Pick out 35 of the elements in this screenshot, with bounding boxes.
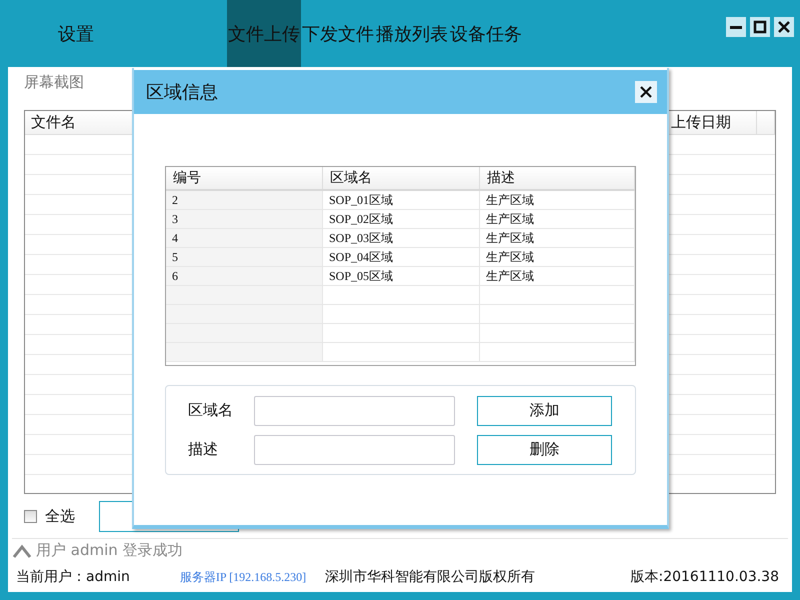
dialog-title: 区域信息 [146, 81, 218, 104]
maximize-icon [753, 20, 767, 34]
current-user: 当前用户：admin [16, 568, 130, 586]
caret-icon[interactable] [12, 544, 32, 558]
action-button[interactable]: 添加 [477, 396, 612, 426]
minimize-button[interactable] [726, 17, 746, 37]
menu-tab[interactable]: 播放列表 [375, 0, 449, 67]
action-button[interactable]: 删除 [477, 434, 612, 464]
checkbox-label: 全选 [45, 506, 75, 526]
menu-tab[interactable]: 设备任务 [449, 0, 523, 67]
version-text: 版本:20161110.03.38 [630, 568, 779, 586]
status-message: 用户 admin 登录成功 [36, 541, 183, 560]
close-icon [777, 20, 791, 34]
column-header: 编号 [166, 167, 323, 189]
maximize-button[interactable] [750, 17, 770, 37]
table-cell: 6 [166, 267, 323, 285]
table-cell: 4 [166, 229, 323, 247]
column-header: 描述 [480, 167, 635, 189]
server-ip: 服务器IP [192.168.5.230] [180, 568, 306, 586]
table-cell: 5 [166, 248, 323, 266]
panel-title: 屏幕截图 [24, 73, 84, 92]
table-cell: 2 [166, 191, 323, 209]
menu-tab[interactable]: 下发文件 [301, 0, 375, 67]
table-cell: 3 [166, 210, 323, 228]
input-field[interactable] [254, 396, 455, 426]
close-icon [639, 85, 653, 99]
menu-tab[interactable]: 设置 [57, 0, 95, 67]
field-label: 描述 [188, 440, 219, 459]
input-field[interactable] [254, 434, 455, 464]
close-button[interactable] [635, 81, 657, 103]
close-button[interactable] [774, 17, 794, 37]
select-all-checkbox[interactable] [24, 510, 37, 522]
copyright-text: 深圳市华科智能有限公司版权所有 [325, 568, 536, 586]
column-header: 区域名 [323, 167, 480, 189]
field-label: 区域名 [188, 401, 234, 420]
